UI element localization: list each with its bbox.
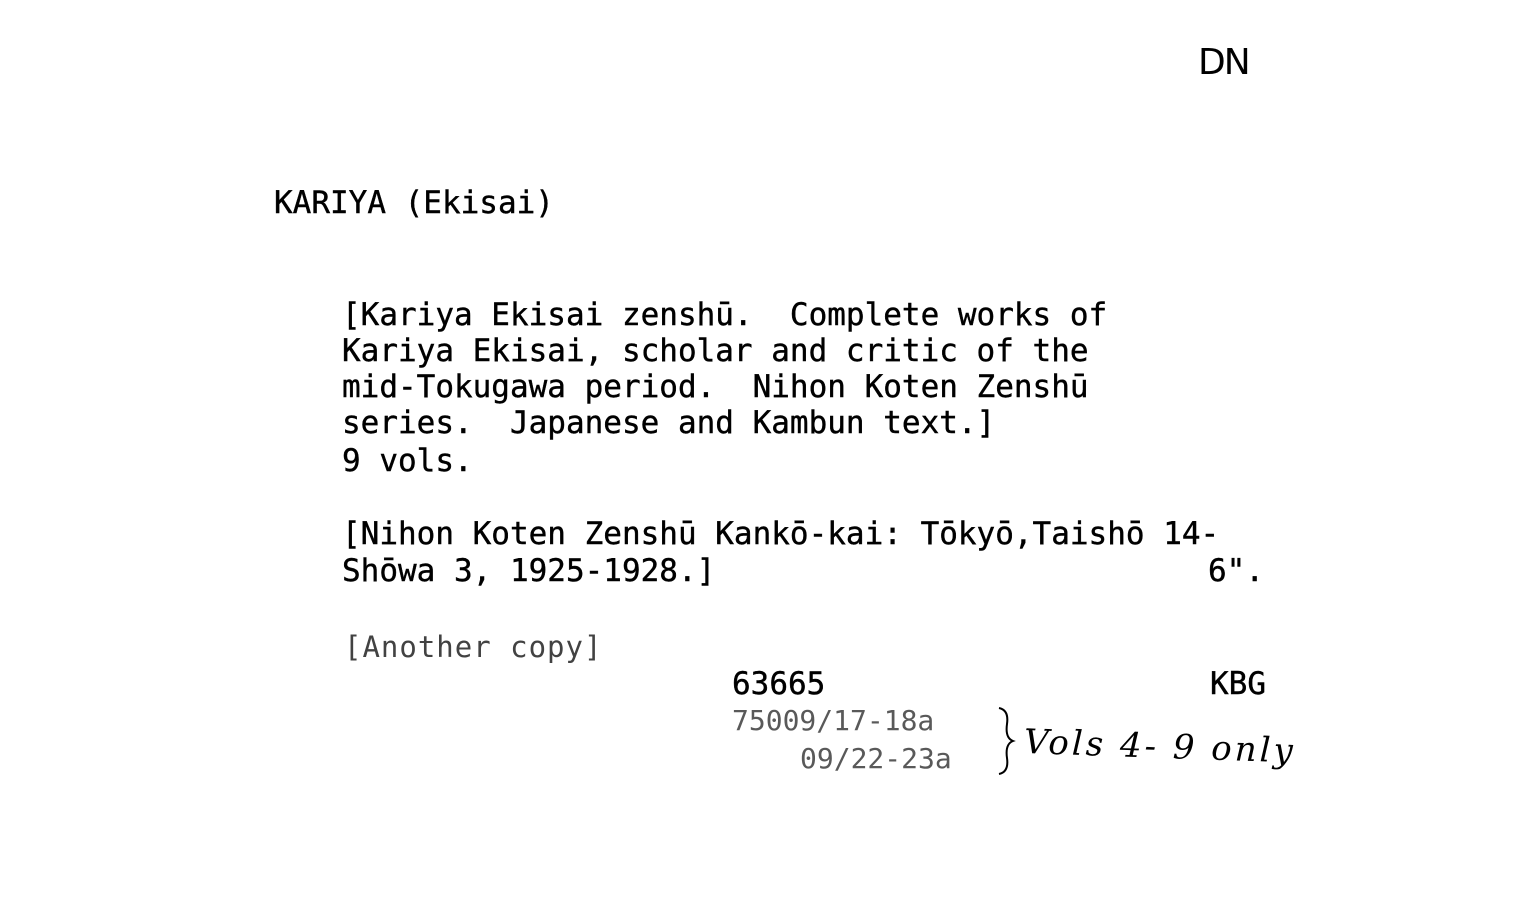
catalog-card: DN KARIYA (Ekisai) [Kariya Ekisai zenshū… <box>0 0 1513 913</box>
volume-count: 9 vols. <box>342 443 473 479</box>
description-line: series. Japanese and Kambun text.] <box>342 405 996 441</box>
another-copy-stamp: [Another copy] <box>344 630 603 664</box>
size-note: 6". <box>1208 553 1264 589</box>
imprint-line: Shōwa 3, 1925-1928.] <box>342 553 716 589</box>
brace-mark <box>998 707 1016 775</box>
shelfmark: 75009/17-18a <box>732 704 935 737</box>
description-line: [Kariya Ekisai zenshū. Complete works of <box>342 297 1108 333</box>
handwritten-note: Vols 4- 9 only <box>1023 722 1297 772</box>
accession-number: 63665 <box>732 666 826 702</box>
description-line: mid-Tokugawa period. Nihon Koten Zenshū <box>342 369 1089 405</box>
description-line: Kariya Ekisai, scholar and critic of the <box>342 333 1089 369</box>
corner-initials: DN <box>1198 42 1251 83</box>
imprint-line: [Nihon Koten Zenshū Kankō-kai: Tōkyō,Tai… <box>342 516 1220 552</box>
card-heading: KARIYA (Ekisai) <box>274 185 554 221</box>
shelfmark: 09/22-23a <box>800 742 952 775</box>
location-code: KBG <box>1210 666 1266 702</box>
